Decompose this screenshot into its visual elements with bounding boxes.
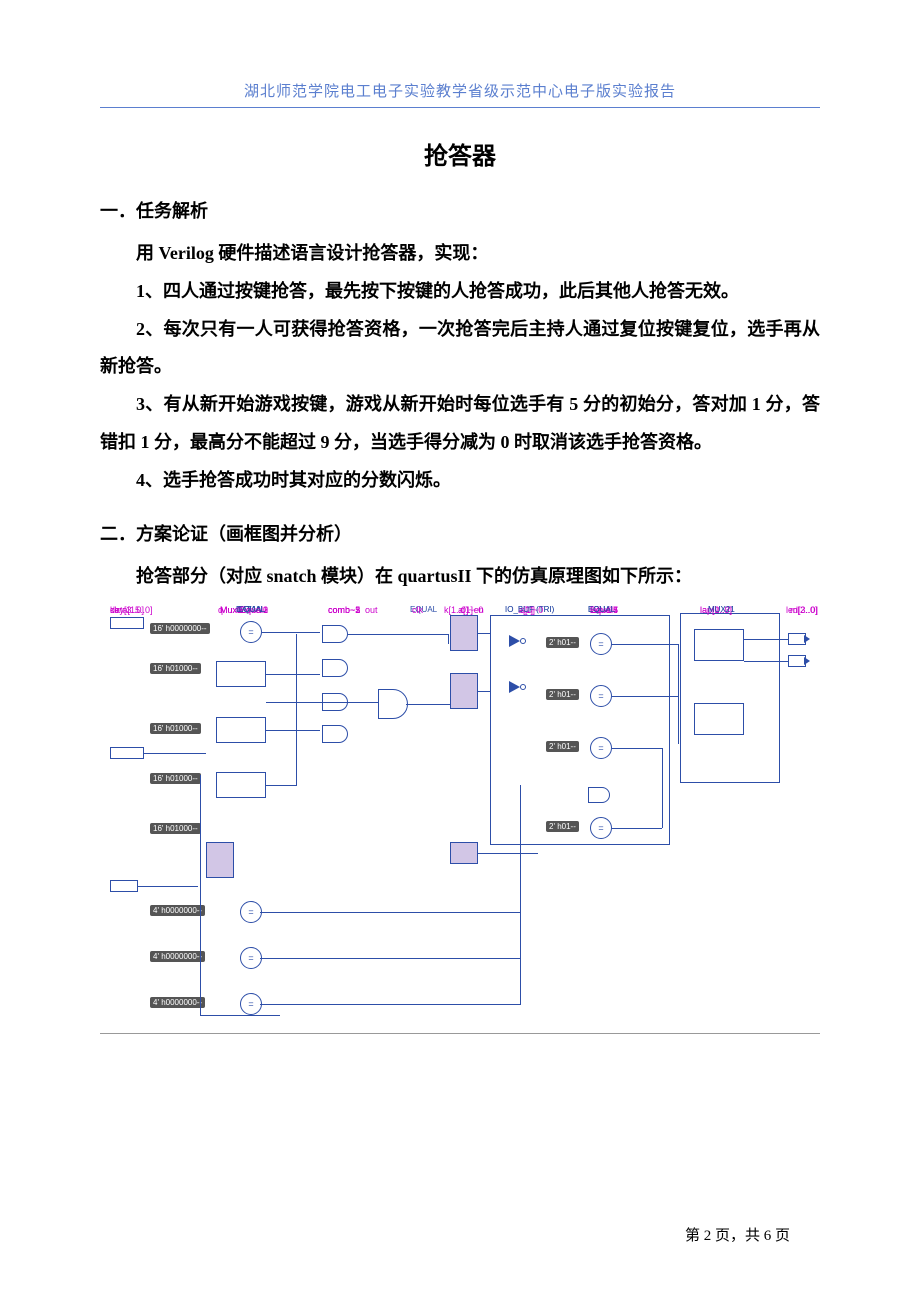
mux21-block: [694, 629, 744, 661]
logic-frame-left: [490, 615, 670, 845]
register-block: [450, 615, 478, 651]
q-label: q: [218, 605, 223, 615]
const-box: 16' h01000--: [150, 773, 201, 784]
and-gate: [322, 659, 348, 677]
const-box: 16' h01000--: [150, 723, 201, 734]
arrow-icon: [804, 635, 810, 643]
clk-label: clk: [412, 605, 423, 615]
page-header: 湖北师范学院电工电子实验教学省级示范中心电子版实验报告: [100, 80, 820, 108]
mux-block: [216, 661, 266, 687]
mux-block: [216, 717, 266, 743]
page-footer: 第 2 页，共 6 页: [685, 1224, 790, 1245]
or-gate: [378, 689, 408, 719]
const-box: 16' h01000--: [150, 823, 201, 834]
equal-gate: =: [240, 621, 262, 643]
latch-block: [450, 673, 478, 709]
document-page: 湖北师范学院电工电子实验教学省级示范中心电子版实验报告 抢答器 一．任务解析 用…: [0, 0, 920, 1035]
document-title: 抢答器: [100, 136, 820, 171]
inverter-icon: [510, 635, 520, 647]
section2-heading: 二．方案论证（画框图并分析）: [100, 520, 820, 546]
and-gate: [322, 625, 348, 643]
latch-block: [450, 842, 478, 864]
section1-p3: 3、有从新开始游戏按键，游戏从新开始时每位选手有 5 分的初始分，答对加 1 分…: [100, 386, 820, 462]
section1-p2: 2、每次只有一人可获得抢答资格，一次抢答完后主持人通过复位按键复位，选手再从新抢…: [100, 311, 820, 387]
inverter-icon: [510, 681, 520, 693]
k-enable-label: k[1..0]~en: [444, 605, 484, 615]
section1-p1: 1、四人通过按键抢答，最先按下按键的人抢答成功，此后其他人抢答无效。: [100, 273, 820, 311]
arrow-icon: [804, 657, 810, 665]
out-label: out: [365, 605, 378, 615]
comb1-label: comb~1: [328, 605, 360, 615]
input-clr-label: clr: [110, 605, 120, 615]
section2-caption: 抢答部分（对应 snatch 模块）在 quartusII 下的仿真原理图如下所…: [100, 558, 820, 596]
const-box: 16' h0000000--: [150, 623, 210, 634]
section1-heading: 一．任务解析: [100, 197, 820, 223]
register-block: [206, 842, 234, 878]
const-box: 16' h01000--: [150, 663, 201, 674]
and-gate: [588, 787, 610, 803]
section1-intro: 用 Verilog 硬件描述语言设计抢答器，实现：: [100, 235, 820, 273]
schematic-diagram: 16' h0000000-- 16' h01000-- 16' h01000--…: [110, 605, 810, 1035]
and-gate: [322, 725, 348, 743]
mux21-block: [694, 703, 744, 735]
mux-block: [216, 772, 266, 798]
section1-p4: 4、选手抢答成功时其对应的分数闪烁。: [100, 462, 820, 500]
output-led-label: led[3..0]: [786, 605, 818, 615]
